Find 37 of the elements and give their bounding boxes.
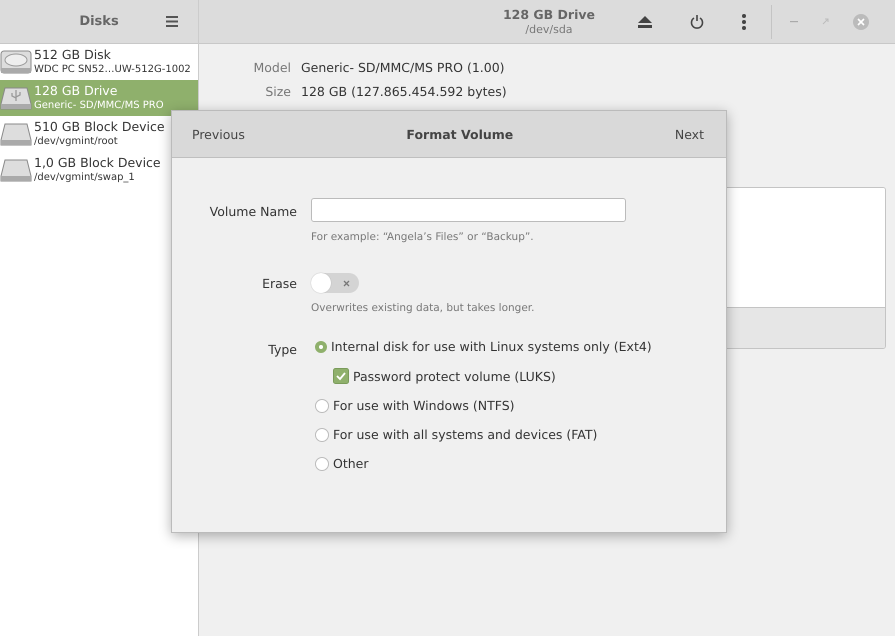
option-label: For use with all systems and devices (FAT) bbox=[333, 427, 598, 442]
radio-button[interactable] bbox=[315, 428, 329, 442]
window-title: 128 GB Drive bbox=[502, 6, 596, 22]
menu-icon[interactable] bbox=[166, 16, 178, 27]
volume-name-label: Volume Name bbox=[208, 203, 297, 221]
type-label: Type bbox=[267, 341, 297, 359]
disk-item[interactable]: 512 GB Disk WDC PC SN52…UW-512G-1002 bbox=[0, 44, 198, 80]
off-icon bbox=[343, 280, 350, 287]
erase-hint: Overwrites existing data, but takes longer. bbox=[311, 302, 534, 314]
disk-item[interactable]: 1,0 GB Block Device /dev/vgmint/swap_1 bbox=[0, 152, 198, 188]
option-label: Internal disk for use with Linux systems only (Ext4) bbox=[331, 339, 652, 354]
previous-button[interactable]: Previous bbox=[184, 122, 253, 146]
option-label: For use with Windows (NTFS) bbox=[333, 398, 515, 413]
property-value: Generic- SD/MMC/MS PRO (1.00) bbox=[301, 60, 505, 74]
radio-button[interactable] bbox=[315, 456, 329, 470]
radio-button[interactable] bbox=[315, 398, 329, 412]
property-label: Size bbox=[264, 84, 291, 98]
erase-switch[interactable] bbox=[311, 273, 359, 293]
close-icon[interactable] bbox=[853, 14, 869, 30]
eject-icon[interactable] bbox=[638, 16, 652, 28]
minimize-icon[interactable] bbox=[790, 20, 798, 22]
erase-label: Erase bbox=[261, 275, 297, 293]
checkbox-label: Password protect volume (LUKS) bbox=[353, 368, 556, 384]
option-label: Other bbox=[333, 456, 368, 471]
power-icon[interactable] bbox=[690, 14, 704, 28]
maximize-icon[interactable] bbox=[822, 18, 829, 25]
volume-name-field[interactable] bbox=[311, 198, 626, 222]
more-options-icon[interactable] bbox=[742, 14, 746, 30]
property-label: Model bbox=[252, 60, 291, 74]
next-button[interactable]: Next bbox=[666, 122, 712, 146]
dialog-title: Format Volume bbox=[406, 126, 514, 142]
checkbox[interactable] bbox=[333, 368, 349, 384]
radio-button[interactable] bbox=[315, 340, 327, 352]
property-value: 128 GB (127.865.454.592 bytes) bbox=[301, 84, 507, 98]
sidebar-title: Disks bbox=[79, 14, 119, 29]
window-subtitle: /dev/sda bbox=[525, 22, 573, 36]
volume-name-hint: For example: “Angela’s Files” or “Backup”. bbox=[311, 231, 535, 243]
